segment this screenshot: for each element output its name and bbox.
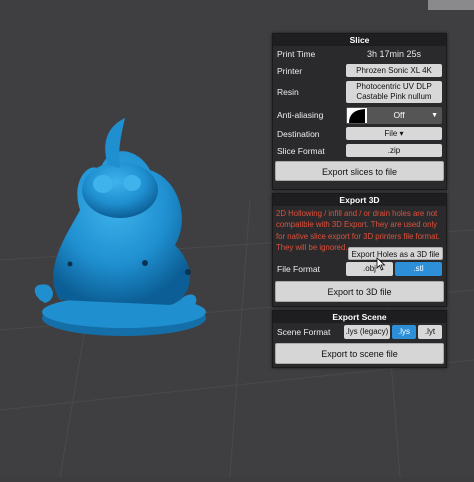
export-scene-panel: Export Scene Scene Format .lys (legacy) … <box>272 310 447 368</box>
slice-header: Slice <box>273 34 446 46</box>
format-lyt-option[interactable]: .lyt <box>418 324 442 339</box>
printer-select[interactable]: Phrozen Sonic XL 4K <box>346 64 442 77</box>
chevron-down-icon: ▼ <box>431 111 438 119</box>
printer-label: Printer <box>277 65 303 76</box>
format-lys-option[interactable]: .lys <box>392 324 416 339</box>
file-format-label: File Format <box>277 264 320 274</box>
view-cube <box>428 0 474 10</box>
export-3d-file-button[interactable]: Export to 3D file <box>275 281 444 302</box>
anti-aliasing-icon <box>347 107 367 123</box>
anti-aliasing-value: Off <box>393 110 405 120</box>
scene-format-label: Scene Format <box>277 326 331 337</box>
export-scene-header: Export Scene <box>273 311 446 323</box>
resin-label: Resin <box>277 87 299 97</box>
slice-panel: Slice Print Time 3h 17min 25s Printer Ph… <box>272 33 447 190</box>
format-stl-option[interactable]: .stl <box>395 262 442 276</box>
destination-select[interactable]: File ▾ <box>346 127 442 140</box>
print-time-label: Print Time <box>277 49 316 59</box>
format-lys-legacy-option[interactable]: .lys (legacy) <box>344 324 390 339</box>
scene-format-toggle: .lys (legacy) .lys .lyt <box>344 324 442 339</box>
resin-line-2: Castable Pink nullum <box>356 92 432 101</box>
export-3d-header: Export 3D <box>273 194 446 206</box>
mouse-cursor-icon <box>376 257 386 271</box>
export-holes-button[interactable]: Export Holes as a 3D file <box>348 247 443 260</box>
slice-format-label: Slice Format <box>277 145 325 156</box>
destination-label: Destination <box>277 128 320 139</box>
export-slices-button[interactable]: Export slices to file <box>275 161 444 181</box>
slice-format-select[interactable]: .zip <box>346 144 442 157</box>
print-time-value: 3h 17min 25s <box>366 49 422 59</box>
anti-aliasing-label: Anti-aliasing <box>277 110 324 120</box>
file-format-toggle: .obj .stl <box>346 262 442 276</box>
anti-aliasing-select[interactable]: Off ▼ <box>346 106 442 124</box>
resin-select[interactable]: Photocentric UV DLP Castable Pink nullum <box>346 81 442 103</box>
export-scene-button[interactable]: Export to scene file <box>275 343 444 364</box>
resin-line-1: Photocentric UV DLP <box>356 82 432 91</box>
export-3d-panel: Export 3D 2D Hollowing / infill and / or… <box>272 193 447 307</box>
